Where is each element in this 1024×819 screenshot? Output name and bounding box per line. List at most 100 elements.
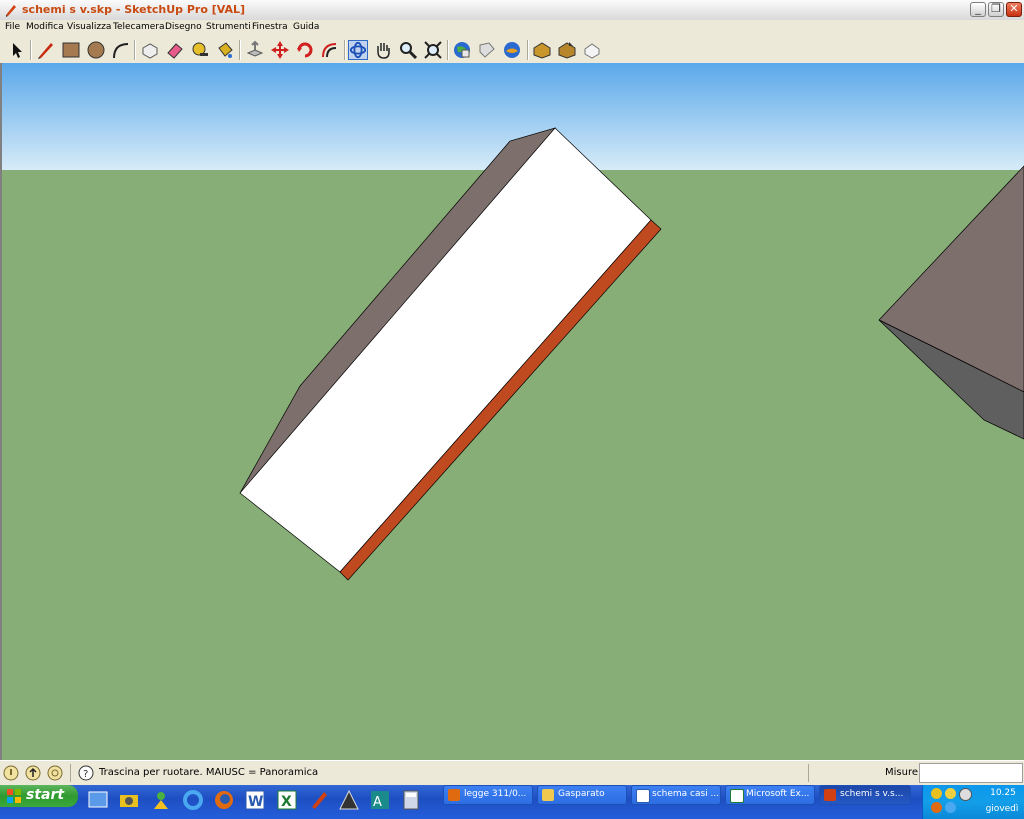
circle-tool-icon[interactable] [86,40,106,60]
paint-bucket-icon[interactable] [215,40,235,60]
clock-tray-icon[interactable] [959,788,972,801]
restore-icon: ❐ [991,2,1001,15]
toolbar-separator [344,40,346,60]
notification-icon[interactable] [945,788,956,799]
zoom-extents-icon[interactable] [423,40,443,60]
start-label: start [26,787,65,803]
task-button-excel[interactable]: Microsoft Ex... [725,785,815,805]
close-icon: ✕ [1009,2,1019,15]
toolbar-separator [30,40,32,60]
measurements-label: Misure [885,767,918,778]
toolbar-separator [239,40,241,60]
firefox-icon[interactable] [213,789,235,811]
antivirus-icon[interactable] [931,802,942,813]
toolbar-separator [527,40,529,60]
taskbar-day: giovedì [985,804,1019,814]
system-tray: 10.25 giovedì [922,785,1024,819]
eraser-tool-icon[interactable] [165,40,185,60]
credits-icon[interactable] [25,765,41,781]
minimize-button[interactable]: _ [970,2,986,17]
pan-tool-icon[interactable] [373,40,393,60]
word-icon[interactable]: W [244,789,266,811]
firefox-icon [448,789,460,801]
svg-text:X: X [281,794,292,810]
menu-guida[interactable]: Guida [293,22,319,32]
measurements-input[interactable] [919,763,1023,783]
share-model-icon[interactable] [477,40,497,60]
status-separator [70,764,71,782]
menu-bar: File Modifica Visualizza Telecamera Dise… [0,20,1024,37]
toolbar-separator [134,40,136,60]
camera-icon[interactable] [118,789,140,811]
svg-text:A: A [373,795,382,810]
menu-modifica[interactable]: Modifica [26,22,64,32]
sketchup-app-icon[interactable] [4,3,18,17]
window-title: schemi s v.skp - SketchUp Pro [VAL] [22,3,246,16]
calculator-icon[interactable] [400,789,422,811]
network-icon[interactable] [945,802,956,813]
close-button[interactable]: ✕ [1006,2,1022,17]
toolbar-separator [447,40,449,60]
security-shield-icon[interactable] [931,788,942,799]
task-button-legge[interactable]: legge 311/0... [443,785,533,805]
task-label: schemi s v.s... [840,789,904,799]
task-button-sketchup[interactable]: schemi s v.s... [819,785,911,805]
taskbar-clock[interactable]: 10.25 [983,788,1023,798]
help-icon[interactable]: ? [78,765,94,781]
menu-finestra[interactable]: Finestra [252,22,288,32]
get-models-icon[interactable] [452,40,472,60]
excel-icon[interactable]: X [276,789,298,811]
status-hint: Trascina per ruotare. MAIUSC = Panoramic… [99,767,319,778]
move-tool-icon[interactable] [270,40,290,60]
modeling-viewport[interactable] [0,63,1024,760]
select-tool-icon[interactable] [6,40,26,60]
scene-canvas[interactable] [2,63,1024,760]
orbit-tool-icon[interactable] [348,40,368,60]
status-separator [808,764,809,782]
internet-explorer-icon[interactable] [182,789,204,811]
menu-telecamera[interactable]: Telecamera [113,22,165,32]
push-pull-icon[interactable] [245,40,265,60]
task-label: legge 311/0... [464,789,527,799]
menu-disegno[interactable]: Disegno [165,22,202,32]
sketchup-icon[interactable] [308,789,330,811]
menu-strumenti[interactable]: Strumenti [206,22,251,32]
main-toolbar [0,37,1024,64]
minimize-icon: _ [975,2,981,15]
rotate-tool-icon[interactable] [295,40,315,60]
task-button-gasparato[interactable]: Gasparato [537,785,627,805]
messenger-icon[interactable] [150,789,172,811]
rectangle-tool-icon[interactable] [61,40,81,60]
google-earth-icon[interactable] [502,40,522,60]
windows-taskbar: start W X A legge 311/0... Gasparato sch… [0,785,1024,819]
geolocation-icon[interactable] [3,765,19,781]
zoom-tool-icon[interactable] [398,40,418,60]
tape-measure-icon[interactable] [190,40,210,60]
status-bar: ? Trascina per ruotare. MAIUSC = Panoram… [0,760,1024,786]
maximize-button[interactable]: ❐ [988,2,1004,17]
task-label: Microsoft Ex... [746,789,810,799]
start-button[interactable]: start [0,785,78,807]
menu-visualizza[interactable]: Visualizza [67,22,111,32]
offset-tool-icon[interactable] [320,40,340,60]
svg-text:?: ? [83,769,88,780]
windows-logo-icon [7,789,21,803]
make-component-icon[interactable] [140,40,160,60]
pencil-tool-icon[interactable] [36,40,56,60]
user-icon[interactable] [47,765,63,781]
autocad-lt-icon[interactable]: A [369,789,391,811]
arc-tool-icon[interactable] [111,40,131,60]
task-label: schema casi ... [652,789,720,799]
task-label: Gasparato [558,789,605,799]
task-button-schema-casi[interactable]: schema casi ... [631,785,721,805]
components-warehouse-icon[interactable] [532,40,552,60]
menu-file[interactable]: File [5,22,20,32]
word-icon [636,789,650,803]
excel-icon [730,789,744,803]
title-bar: schemi s v.skp - SketchUp Pro [VAL] _ ❐ … [0,0,1024,21]
extension-warehouse-icon[interactable] [582,40,602,60]
autocad-icon[interactable] [338,789,360,811]
show-desktop-icon[interactable] [87,789,109,811]
svg-text:W: W [248,794,263,810]
share-component-icon[interactable] [557,40,577,60]
